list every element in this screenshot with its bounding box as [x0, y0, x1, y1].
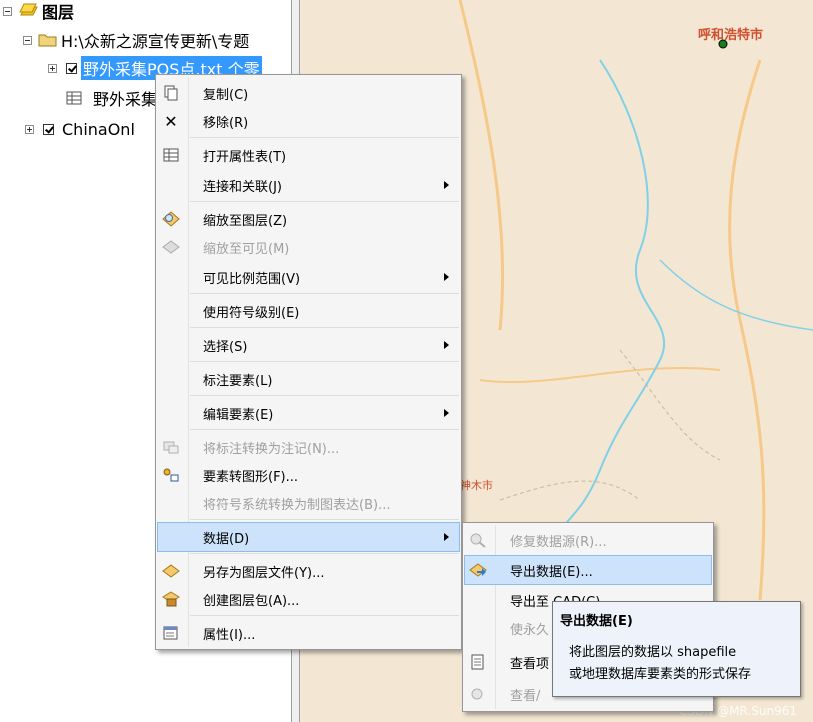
menu-item-use-symbol-levels[interactable]: 使用符号级别(E) — [158, 297, 459, 325]
tooltip-body: 将此图层的数据以 shapefile 或地理数据库要素类的形式保存 — [569, 642, 751, 686]
menu-item-selection[interactable]: 选择(S) — [158, 331, 459, 359]
submenu-arrow-icon — [444, 409, 449, 417]
copy-icon — [162, 84, 180, 102]
menu-item-export-data[interactable]: 导出数据(E)... — [464, 555, 712, 585]
tree-root[interactable]: 图层 — [3, 0, 74, 22]
menu-item-repair-data-source[interactable]: 修复数据源(R)... — [465, 526, 711, 554]
menu-item-joins-relates[interactable]: 连接和关联(J) — [158, 171, 459, 199]
menu-item-convert-labels-to-annotation[interactable]: 将标注转换为注记(N)... — [158, 433, 459, 461]
collapse-icon[interactable] — [3, 6, 12, 16]
layer-file-icon — [162, 562, 180, 580]
layer-visibility-checkbox[interactable] — [66, 62, 77, 74]
view-item-icon — [469, 653, 487, 671]
group-label: H:\众新之源宣传更新\专题 — [61, 32, 250, 51]
features-to-graphics-icon — [162, 466, 180, 484]
menu-item-convert-symbology-to-representation[interactable]: 将符号系统转换为制图表达(B)... — [158, 489, 459, 517]
table-icon — [162, 146, 180, 164]
layers-icon — [19, 3, 38, 16]
menu-item-convert-features-to-graphics[interactable]: 要素转图形(F)... — [158, 461, 459, 489]
city-label-hohhot: 呼和浩特市 — [698, 28, 764, 43]
menu-item-data[interactable]: 数据(D) — [157, 522, 460, 552]
tooltip-title: 导出数据(E) — [560, 614, 633, 629]
repair-icon — [469, 531, 487, 549]
table-label: 野外采集 — [93, 90, 158, 109]
menu-item-visible-scale-range[interactable]: 可见比例范围(V) — [158, 263, 459, 291]
properties-icon — [162, 624, 180, 642]
remove-icon: ✕ — [164, 111, 178, 131]
export-data-tooltip: 导出数据(E) 将此图层的数据以 shapefile 或地理数据库要素类的形式保… — [552, 601, 801, 697]
view-icon — [469, 685, 487, 703]
zoom-visible-icon — [162, 238, 180, 256]
menu-item-edit-features[interactable]: 编辑要素(E) — [158, 399, 459, 427]
menu-item-remove[interactable]: ✕ 移除(R) — [158, 107, 459, 135]
tree-group[interactable]: H:\众新之源宣传更新\专题 — [23, 29, 249, 51]
basemap-visibility-checkbox[interactable] — [43, 123, 54, 135]
menu-item-open-attribute-table[interactable]: 打开属性表(T) — [158, 141, 459, 169]
convert-labels-icon — [162, 438, 180, 456]
collapse-icon[interactable] — [23, 35, 32, 45]
folder-icon — [38, 34, 57, 47]
menu-item-properties[interactable]: 属性(I)... — [158, 619, 459, 647]
city-label-shenmu: 神木市 — [460, 479, 493, 492]
menu-item-zoom-to-layer[interactable]: 缩放至图层(Z) — [158, 205, 459, 233]
submenu-arrow-icon — [444, 533, 449, 541]
root-label: 图层 — [42, 3, 75, 22]
menu-item-save-as-layer-file[interactable]: 另存为图层文件(Y)... — [158, 557, 459, 585]
menu-item-zoom-to-visible[interactable]: 缩放至可见(M) — [158, 233, 459, 261]
tooltip-line-2: 或地理数据库要素类的形式保存 — [569, 667, 752, 682]
menu-item-copy[interactable]: 复制(C) — [158, 79, 459, 107]
menu-item-label-features[interactable]: 标注要素(L) — [158, 365, 459, 393]
submenu-arrow-icon — [444, 181, 449, 189]
tree-basemap[interactable]: ChinaOnl — [25, 118, 135, 140]
submenu-arrow-icon — [444, 341, 449, 349]
menu-item-create-layer-package[interactable]: 创建图层包(A)... — [158, 585, 459, 613]
table-icon — [66, 91, 82, 105]
zoom-layer-icon — [162, 210, 180, 228]
basemap-label: ChinaOnl — [62, 119, 135, 139]
tree-table[interactable]: 野外采集 — [66, 87, 157, 109]
layer-context-menu: 复制(C) ✕ 移除(R) 打开属性表(T) 连接和关联(J) 缩放至图层(Z)… — [155, 74, 462, 650]
expand-icon[interactable] — [25, 124, 34, 134]
submenu-arrow-icon — [444, 273, 449, 281]
layer-package-icon — [162, 590, 180, 608]
expand-icon[interactable] — [48, 63, 57, 73]
tooltip-line-1: 将此图层的数据以 shapefile — [569, 645, 737, 660]
export-data-icon — [469, 561, 487, 579]
